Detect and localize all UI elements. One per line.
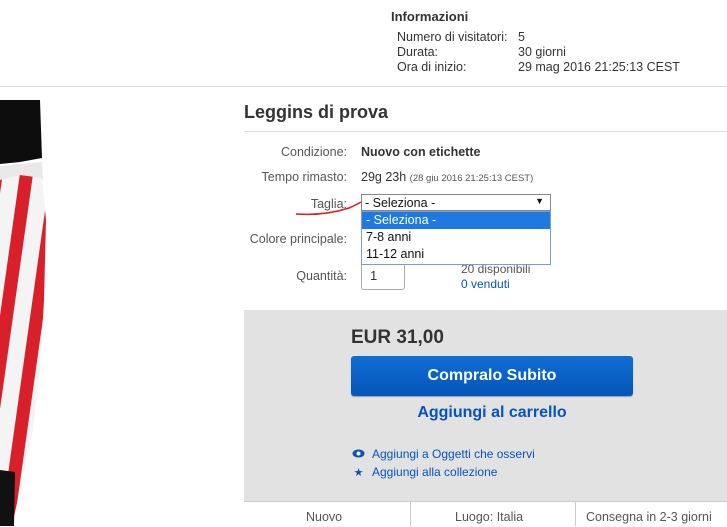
add-to-cart-link[interactable]: Aggiungi al carrello bbox=[351, 404, 633, 422]
divider bbox=[410, 501, 411, 526]
info-value: 5 bbox=[518, 30, 525, 44]
watch-label: Aggiungi a Oggetti che osservi bbox=[372, 447, 535, 461]
dropdown-arrow-icon: ▼ bbox=[535, 196, 544, 206]
size-select-value: - Seleziona - bbox=[365, 196, 436, 210]
info-label: Ora di inizio: bbox=[397, 60, 467, 74]
strip-condition: Nuovo bbox=[306, 510, 343, 524]
star-icon: ★ bbox=[353, 467, 364, 479]
time-left-value: 29g 23h (28 giu 2016 21:25:13 CEST) bbox=[361, 170, 533, 184]
strip-location: Luogo: Italia bbox=[455, 510, 524, 524]
size-option[interactable]: 11-12 anni bbox=[362, 246, 550, 263]
color-label: Colore principale: bbox=[249, 232, 347, 246]
info-value: 30 giorni bbox=[518, 45, 566, 59]
size-select[interactable]: - Seleziona - ▼ bbox=[361, 194, 551, 211]
price: EUR 31,00 bbox=[351, 327, 444, 348]
divider bbox=[0, 86, 727, 87]
annotation-underline bbox=[295, 201, 362, 216]
divider bbox=[244, 131, 727, 132]
divider bbox=[575, 501, 576, 526]
condition-value: Nuovo con etichette bbox=[361, 145, 481, 159]
time-left-label: Tempo rimasto: bbox=[261, 170, 347, 184]
watch-link[interactable]: Aggiungi a Oggetti che osservi bbox=[352, 447, 535, 461]
size-option[interactable]: - Seleziona - bbox=[362, 212, 550, 229]
info-label: Numero di visitatori: bbox=[397, 30, 508, 44]
sold-count-link[interactable]: 0 venduti bbox=[461, 277, 510, 291]
info-label: Durata: bbox=[397, 45, 438, 59]
collection-link[interactable]: ★ Aggiungi alla collezione bbox=[352, 465, 498, 479]
time-left-detail: (28 giu 2016 21:25:13 CEST) bbox=[409, 173, 534, 184]
item-title: Leggins di prova bbox=[244, 102, 389, 122]
buy-now-button[interactable]: Compralo Subito bbox=[351, 356, 633, 396]
size-option[interactable]: 7-8 anni bbox=[362, 229, 550, 246]
quantity-value: 1 bbox=[370, 268, 378, 283]
info-value: 29 mag 2016 21:25:13 CEST bbox=[518, 60, 680, 74]
quantity-label: Quantità: bbox=[296, 269, 347, 283]
condition-label: Condizione: bbox=[280, 145, 347, 159]
product-image[interactable] bbox=[0, 100, 230, 526]
collection-label: Aggiungi alla collezione bbox=[372, 465, 498, 479]
eye-icon bbox=[352, 449, 365, 461]
size-dropdown-list: - Seleziona - 7-8 anni 11-12 anni bbox=[361, 211, 551, 265]
info-title: Informazioni bbox=[391, 9, 469, 24]
strip-delivery: Consegna in 2-3 giorni bbox=[586, 510, 712, 524]
quantity-input[interactable]: 1 bbox=[361, 261, 405, 290]
time-left-main: 29g 23h bbox=[361, 170, 407, 184]
